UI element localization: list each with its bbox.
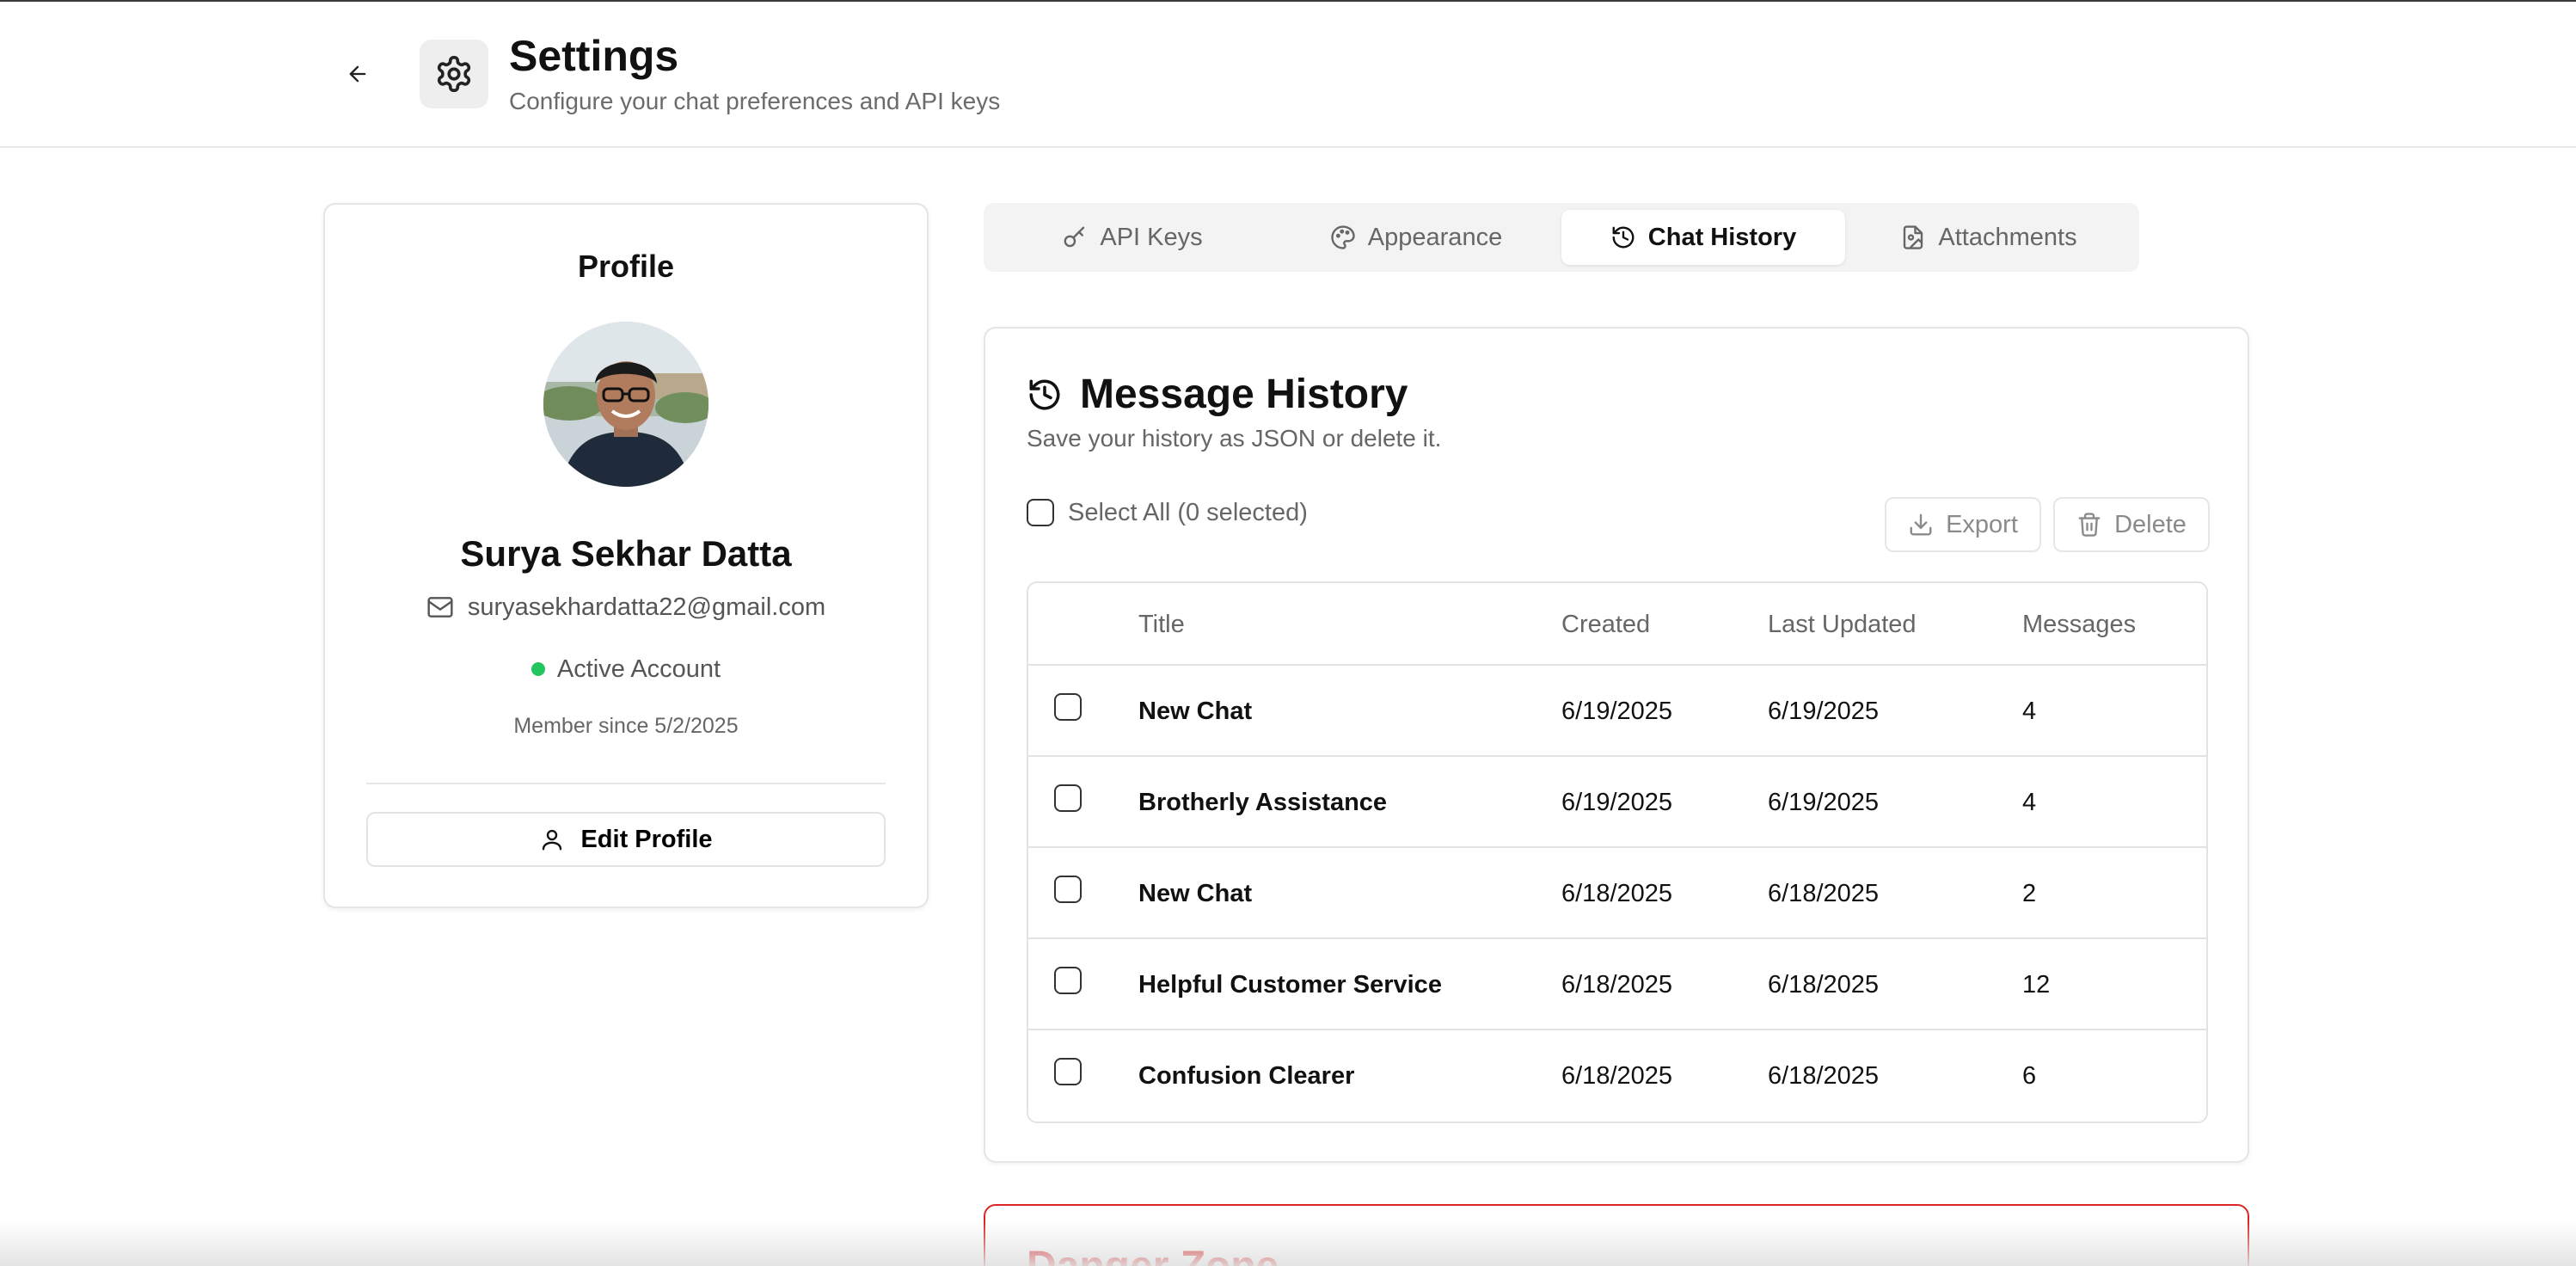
select-all-checkbox[interactable] (1027, 499, 1054, 526)
user-icon (543, 829, 562, 851)
export-label: Export (1946, 510, 2018, 538)
tab-attachments-label: Attachments (1938, 223, 2077, 251)
row-title: New Chat (1138, 698, 1253, 725)
mail-icon (427, 597, 453, 618)
tab-chat-history[interactable]: Chat History (1561, 210, 1845, 265)
row-checkbox[interactable] (1054, 876, 1082, 903)
settings-icon-box (420, 40, 488, 108)
download-icon (1910, 513, 1932, 536)
settings-header: Settings Configure your chat preferences… (0, 0, 2576, 148)
row-checkbox[interactable] (1054, 693, 1082, 721)
table-row[interactable]: Helpful Customer Service 6/18/2025 6/18/… (1028, 939, 2206, 1030)
history-table: Title Created Last Updated Messages New … (1027, 581, 2208, 1123)
profile-card: Profile Surya Sekhar Datta suryasekharda… (323, 203, 929, 908)
column-header-title[interactable]: Title (1138, 609, 1185, 640)
trash-icon (2078, 513, 2101, 537)
row-checkbox[interactable] (1054, 967, 1082, 994)
row-messages: 4 (2022, 698, 2037, 725)
tab-attachments[interactable]: Attachments (1847, 210, 2131, 265)
row-messages: 12 (2022, 971, 2051, 999)
row-created: 6/19/2025 (1561, 789, 1673, 816)
row-messages: 4 (2022, 789, 2037, 816)
message-history-title: Message History (1080, 372, 1408, 417)
column-header-messages[interactable]: Messages (2022, 609, 2136, 640)
profile-email: suryasekhardatta22@gmail.com (325, 592, 927, 623)
column-header-created[interactable]: Created (1561, 609, 1650, 640)
tab-appearance[interactable]: Appearance (1274, 210, 1558, 265)
row-updated: 6/19/2025 (1768, 789, 1880, 816)
file-image-icon (1904, 225, 1923, 249)
page-subtitle: Configure your chat preferences and API … (509, 88, 1001, 114)
delete-label: Delete (2114, 510, 2187, 538)
key-icon (1064, 226, 1085, 248)
tab-chat-history-label: Chat History (1647, 223, 1797, 251)
tab-api-keys-label: API Keys (1100, 223, 1203, 251)
profile-divider (366, 783, 886, 784)
profile-name: Surya Sekhar Datta (460, 533, 792, 574)
back-button[interactable] (340, 57, 375, 91)
table-row[interactable]: New Chat 6/18/2025 6/18/2025 2 (1028, 848, 2206, 939)
row-updated: 6/18/2025 (1768, 880, 1880, 907)
row-messages: 2 (2022, 880, 2037, 907)
history-icon (1612, 226, 1635, 249)
delete-button[interactable]: Delete (2053, 497, 2210, 552)
profile-email-text: suryasekhardatta22@gmail.com (467, 593, 826, 621)
table-row[interactable]: Confusion Clearer 6/18/2025 6/18/2025 6 (1028, 1030, 2206, 1122)
row-created: 6/18/2025 (1561, 971, 1673, 999)
row-title: Confusion Clearer (1138, 1062, 1355, 1090)
status-dot-icon (531, 662, 545, 676)
member-since: Member since 5/2/2025 (513, 714, 739, 738)
page-title: Settings (509, 32, 679, 80)
row-messages: 6 (2022, 1062, 2037, 1090)
avatar (543, 322, 708, 487)
tab-api-keys[interactable]: API Keys (991, 210, 1274, 265)
profile-heading: Profile (577, 249, 675, 284)
row-updated: 6/18/2025 (1768, 971, 1880, 999)
row-updated: 6/19/2025 (1768, 698, 1880, 725)
palette-icon (1331, 225, 1355, 249)
tab-appearance-label: Appearance (1367, 223, 1503, 251)
row-checkbox[interactable] (1054, 784, 1082, 812)
table-row[interactable]: Brotherly Assistance 6/19/2025 6/19/2025… (1028, 757, 2206, 848)
row-updated: 6/18/2025 (1768, 1062, 1880, 1090)
settings-tabs: API Keys Appearance Chat History Attachm… (984, 203, 2139, 272)
edit-profile-button[interactable]: Edit Profile (366, 812, 886, 867)
row-checkbox[interactable] (1054, 1058, 1082, 1085)
row-title: Brotherly Assistance (1138, 789, 1388, 816)
danger-zone-card: Danger Zone (984, 1204, 2249, 1266)
message-history-heading: Message History (1027, 370, 1408, 420)
row-created: 6/18/2025 (1561, 1062, 1673, 1090)
row-title: New Chat (1138, 880, 1253, 907)
table-header: Title Created Last Updated Messages (1028, 583, 2206, 666)
danger-zone-title: Danger Zone (1027, 1242, 1279, 1266)
table-row[interactable]: New Chat 6/19/2025 6/19/2025 4 (1028, 666, 2206, 757)
row-title: Helpful Customer Service (1138, 971, 1442, 999)
arrow-left-icon (349, 65, 366, 83)
export-button[interactable]: Export (1885, 497, 2041, 552)
row-created: 6/18/2025 (1561, 880, 1673, 907)
message-history-card: Message History Save your history as JSO… (984, 327, 2249, 1163)
message-history-subtitle: Save your history as JSON or delete it. (1027, 425, 1442, 452)
select-all[interactable]: Select All (0 selected) (1027, 497, 1308, 528)
edit-profile-label: Edit Profile (580, 825, 713, 853)
account-status-text: Active Account (556, 655, 721, 683)
column-header-last-updated[interactable]: Last Updated (1768, 609, 1917, 640)
account-status: Active Account (325, 654, 927, 685)
gear-icon (437, 56, 471, 92)
history-icon (1029, 379, 1060, 410)
select-all-label: Select All (0 selected) (1068, 499, 1308, 526)
row-created: 6/19/2025 (1561, 698, 1673, 725)
